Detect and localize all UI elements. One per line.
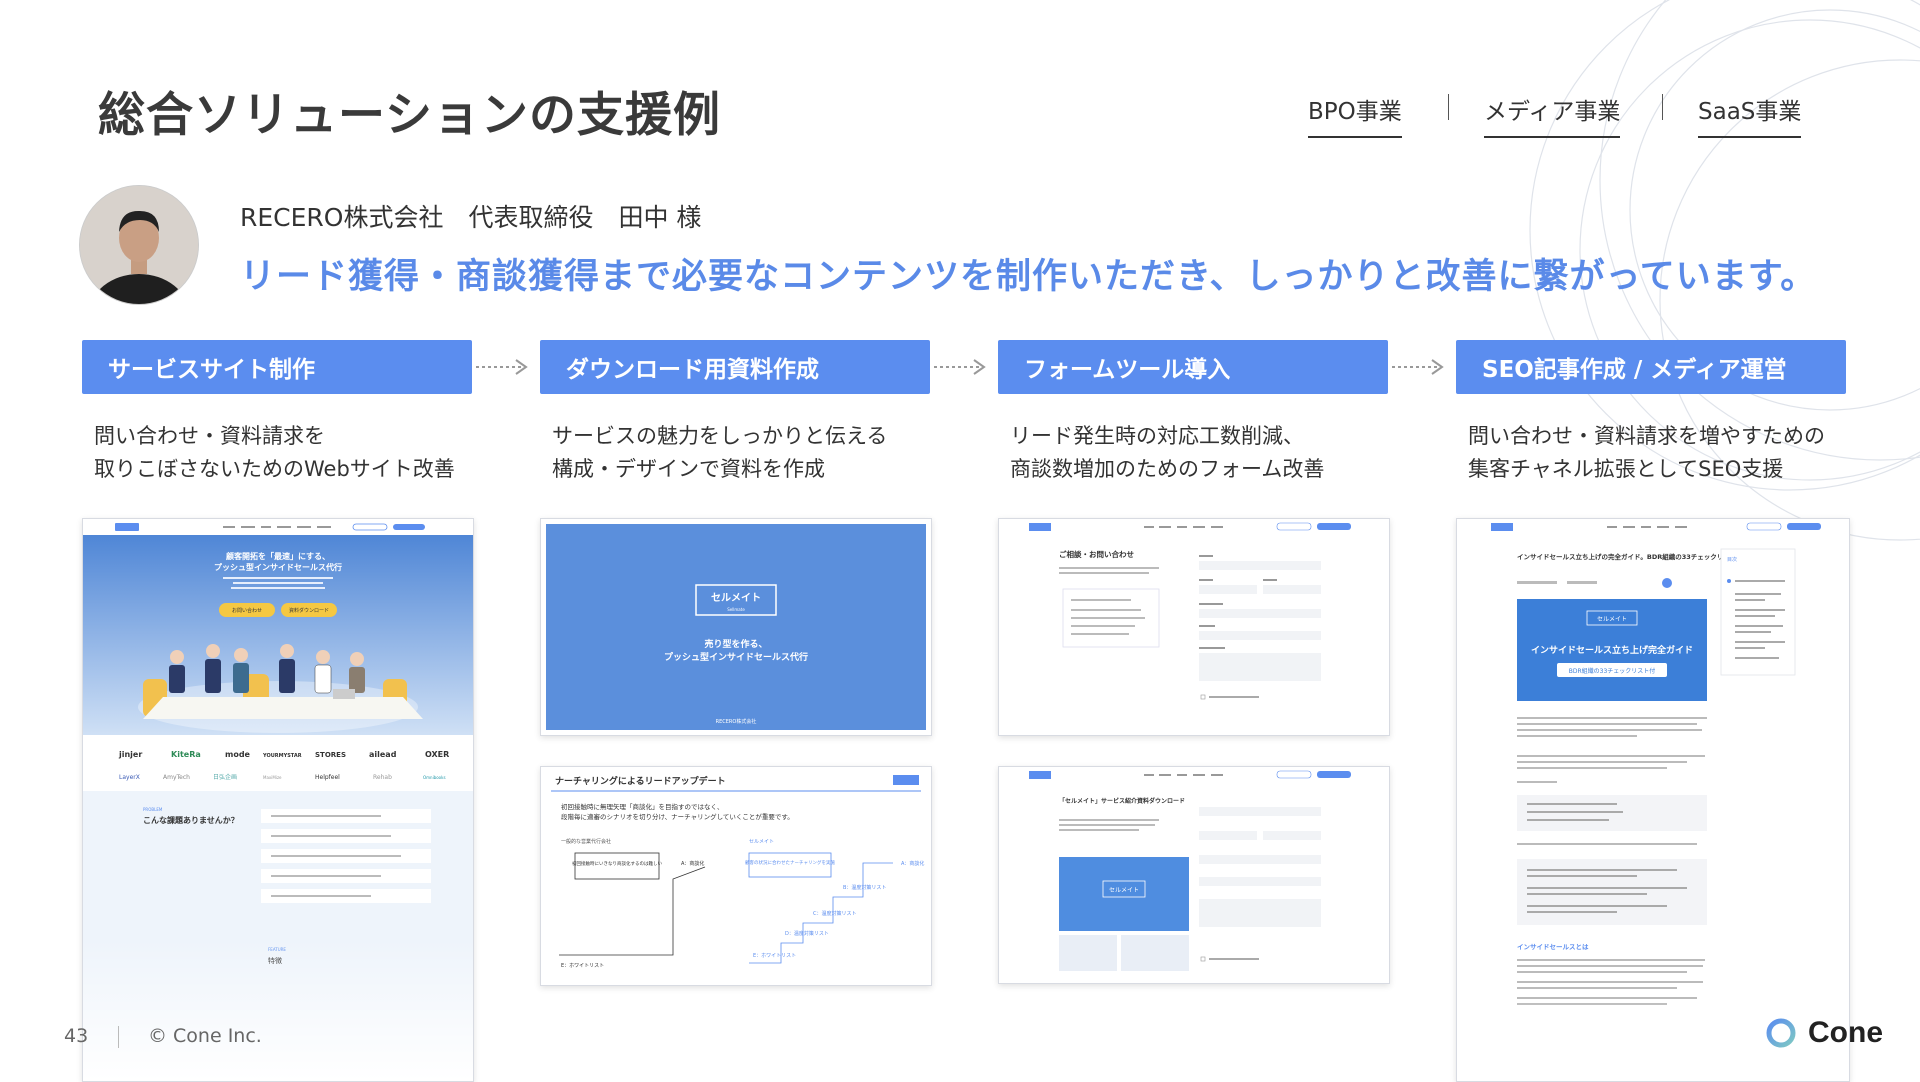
form2-deck-logo: セルメイト bbox=[1109, 887, 1139, 894]
logo-jinjer: jinjer bbox=[118, 750, 142, 759]
nurture-text2: 段階毎に適審のシナリオを切り分け、ナーチャリングしていくことが重要です。 bbox=[561, 812, 794, 821]
download-form-screenshot: 「セルメイト」サービス紹介資料ダウンロード セルメイト bbox=[998, 766, 1390, 984]
nurture-box-right: 顧客の状況に合わせたナーチャリングを実施 bbox=[745, 859, 835, 866]
logo-nikko: 日弘企画 bbox=[213, 773, 237, 781]
desc-line: 集客チャネル拡張としてSEO支援 bbox=[1468, 457, 1784, 481]
contact-form-screenshot: ご相談・お問い合わせ bbox=[998, 518, 1390, 736]
arrow-right-icon bbox=[1392, 359, 1444, 375]
desc-line: 問い合わせ・資料請求を bbox=[94, 424, 325, 448]
step-desc-seo: 問い合わせ・資料請求を増やすための 集客チャネル拡張としてSEO支援 bbox=[1468, 420, 1825, 486]
page-number: 43 bbox=[64, 1025, 89, 1047]
arrow-right-icon bbox=[934, 359, 986, 375]
desc-line: 構成・デザインで資料を作成 bbox=[552, 457, 825, 481]
site-hero-line1: 顧客開拓を「最速」にする、 bbox=[226, 551, 330, 561]
deck-line1: 売り型を作る、 bbox=[704, 638, 767, 650]
step-desc-form-tool: リード発生時の対応工数削減、 商談数増加のためのフォーム改善 bbox=[1010, 420, 1324, 486]
arrow-right-icon bbox=[476, 359, 528, 375]
logo-oxer: OXER bbox=[425, 750, 449, 759]
tab-bpo[interactable]: BPO事業 bbox=[1308, 92, 1402, 138]
deck-logo: セルメイト bbox=[711, 592, 761, 604]
logo-yourmystar: YOURMYSTAR bbox=[262, 753, 302, 759]
article-section: インサイドセールスとは bbox=[1517, 943, 1589, 951]
site-contact-button: お問い合わせ bbox=[232, 607, 262, 614]
desc-line: 取りこぼさないためのWebサイト改善 bbox=[94, 457, 455, 481]
nurture-label-e2: E：ホワイトリスト bbox=[753, 953, 796, 959]
logo-maximize: MaxiMize bbox=[263, 775, 282, 780]
brand-name: Cone bbox=[1808, 1016, 1883, 1049]
site-hero-line2: プッシュ型インサイドセールス代行 bbox=[214, 562, 342, 572]
tab-divider bbox=[1448, 94, 1449, 120]
step-header-seo: SEO記事作成 / メディア運営 bbox=[1456, 340, 1846, 394]
tab-media[interactable]: メディア事業 bbox=[1484, 92, 1621, 138]
logo-omnibooks: Omnibooks bbox=[423, 775, 446, 780]
testimonial-person: RECERO株式会社 代表取締役 田中 様 bbox=[240, 203, 702, 232]
copyright: © Cone Inc. bbox=[148, 1025, 262, 1047]
nurture-label-e: E：ホワイトリスト bbox=[561, 963, 604, 969]
svg-text:PROBLEM: PROBLEM bbox=[143, 807, 163, 812]
nurture-text1: 初回接触時に無理矢理「商談化」を目指すのではなく、 bbox=[561, 802, 724, 811]
seo-article-screenshot: インサイドセールス立ち上げの完全ガイド。BDR組織の33チェックリスト付き セル… bbox=[1456, 518, 1850, 1082]
step-header-form-tool: フォームツール導入 bbox=[998, 340, 1388, 394]
logo-helpfeel: Helpfeel bbox=[315, 774, 340, 781]
article-toc: 目次 bbox=[1727, 556, 1737, 563]
form1-heading: ご相談・お問い合わせ bbox=[1059, 549, 1134, 559]
nurture-label-a: A：商談化 bbox=[681, 860, 704, 867]
desc-line: サービスの魅力をしっかりと伝える bbox=[552, 424, 888, 448]
desc-line: リード発生時の対応工数削減、 bbox=[1010, 424, 1304, 448]
nurture-label-d: D：温度対策リスト bbox=[785, 930, 829, 937]
service-site-screenshot: 顧客開拓を「最速」にする、 プッシュ型インサイドセールス代行 お問い合わせ 資料… bbox=[82, 518, 474, 1082]
cone-logo-icon bbox=[1766, 1018, 1796, 1048]
tab-saas[interactable]: SaaS事業 bbox=[1698, 92, 1802, 138]
form2-heading: 「セルメイト」サービス紹介資料ダウンロード bbox=[1059, 797, 1185, 805]
logo-mode: mode bbox=[225, 750, 251, 759]
desc-line: 商談数増加のためのフォーム改善 bbox=[1010, 457, 1325, 481]
nurture-label-b: B：温度対策リスト bbox=[843, 884, 886, 891]
step-desc-service-site: 問い合わせ・資料請求を 取りこぼさないためのWebサイト改善 bbox=[94, 420, 455, 486]
deck-logo-sub: Sellmate bbox=[727, 607, 745, 612]
brand-logo: Cone bbox=[1764, 1016, 1883, 1050]
nurture-title: ナーチャリングによるリードアップデート bbox=[555, 775, 726, 787]
article-hero-badge: BDR組織の33チェックリスト付 bbox=[1569, 667, 1656, 675]
article-title: インサイドセールス立ち上げの完全ガイド。BDR組織の33チェックリスト付き bbox=[1517, 552, 1749, 561]
site-problems-heading: こんな課題ありませんか？ bbox=[143, 815, 239, 825]
page-title: 総合ソリューションの支援例 bbox=[98, 88, 722, 143]
logo-rehab: Rehab bbox=[373, 774, 392, 781]
nurture-col-right: セルメイト bbox=[749, 839, 774, 845]
step-header-service-site: サービスサイト制作 bbox=[82, 340, 472, 394]
deck-line2: プッシュ型インサイドセールス代行 bbox=[664, 651, 808, 663]
person-photo-icon bbox=[80, 186, 198, 304]
nurture-slide-screenshot: ナーチャリングによるリードアップデート 初回接触時に無理矢理「商談化」を目指すの… bbox=[540, 766, 932, 986]
tab-divider bbox=[1662, 94, 1663, 120]
logo-ailead: ailead bbox=[369, 750, 397, 759]
nurture-box-left: 初回接触時にいきなり商談化するのは難しい bbox=[572, 860, 662, 867]
logo-kitera: KiteRa bbox=[171, 750, 201, 759]
logo-stores: STORES bbox=[315, 751, 346, 759]
article-hero-title: インサイドセールス立ち上げ完全ガイド bbox=[1531, 644, 1693, 656]
nurture-label-c: C：温度対策リスト bbox=[813, 910, 857, 917]
deck-cover-screenshot: セルメイト Sellmate 売り型を作る、 プッシュ型インサイドセールス代行 … bbox=[540, 518, 932, 736]
step-header-download-doc: ダウンロード用資料作成 bbox=[540, 340, 930, 394]
deck-company: RECERO株式会社 bbox=[716, 718, 757, 725]
footer-divider bbox=[118, 1026, 119, 1048]
site-download-button: 資料ダウンロード bbox=[289, 607, 329, 614]
nurture-label-a2: A：商談化 bbox=[901, 860, 924, 867]
nurture-col-left: 一般的な営業代行会社 bbox=[561, 838, 611, 845]
testimonial-quote: リード獲得・商談獲得まで必要なコンテンツを制作いただき、しっかりと改善に繋がって… bbox=[240, 257, 1817, 297]
logo-amytech: AmyTech bbox=[163, 774, 190, 781]
avatar bbox=[80, 186, 198, 304]
logo-layerx: LayerX bbox=[119, 774, 140, 781]
step-desc-download-doc: サービスの魅力をしっかりと伝える 構成・デザインで資料を作成 bbox=[552, 420, 887, 486]
desc-line: 問い合わせ・資料請求を増やすための bbox=[1468, 424, 1825, 448]
article-hero-logo: セルメイト bbox=[1597, 616, 1627, 623]
